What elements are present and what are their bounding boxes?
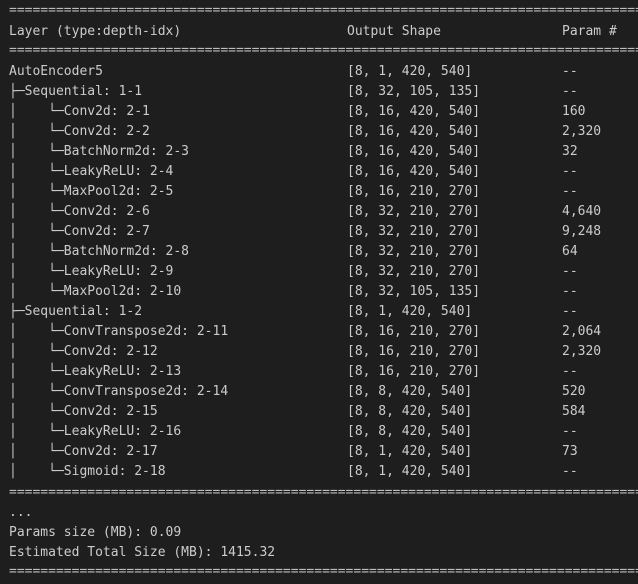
param-count: -- [562, 424, 578, 439]
param-count: -- [562, 164, 578, 179]
table-row: │ └─BatchNorm2d: 2-8 [8, 32, 210, 270] 64 [0, 242, 638, 262]
output-shape: [8, 1, 420, 540] [347, 464, 473, 479]
param-count: -- [562, 84, 578, 99]
layer-name: ├─Sequential: 1-1 [9, 84, 143, 99]
layer-name: │ └─LeakyReLU: 2-13 [9, 364, 182, 379]
separator-bottom: ========================================… [9, 487, 638, 499]
output-shape: [8, 16, 210, 270] [347, 344, 481, 359]
table-row: │ └─ConvTranspose2d: 2-11 [8, 16, 210, 27… [0, 322, 638, 342]
output-shape: [8, 16, 420, 540] [347, 144, 481, 159]
layer-name: │ └─LeakyReLU: 2-9 [9, 264, 174, 279]
table-row: │ └─LeakyReLU: 2-4 [8, 16, 420, 540] -- [0, 162, 638, 182]
param-count: -- [562, 464, 578, 479]
layer-name: │ └─LeakyReLU: 2-4 [9, 164, 174, 179]
table-row: │ └─ConvTranspose2d: 2-14 [8, 8, 420, 540… [0, 382, 638, 402]
header-param: Param # [562, 24, 617, 39]
param-count: -- [562, 284, 578, 299]
params-size: Params size (MB): 0.09 [9, 525, 182, 540]
param-count: 520 [562, 384, 586, 399]
table-row: │ └─Conv2d: 2-6 [8, 32, 210, 270] 4,640 [0, 202, 638, 222]
output-shape: [8, 16, 210, 270] [347, 324, 481, 339]
param-count: 4,640 [562, 204, 602, 219]
param-count: -- [562, 184, 578, 199]
table-row: │ └─LeakyReLU: 2-13 [8, 16, 210, 270] -- [0, 362, 638, 382]
param-count: 584 [562, 404, 586, 419]
terminal-output: ========================================… [0, 0, 638, 584]
layer-name: │ └─BatchNorm2d: 2-3 [9, 144, 190, 159]
table-row: │ └─Conv2d: 2-17 [8, 1, 420, 540] 73 [0, 442, 638, 462]
param-count: 73 [562, 444, 578, 459]
param-count: -- [562, 264, 578, 279]
output-shape: [8, 32, 210, 270] [347, 264, 481, 279]
layer-name: │ └─MaxPool2d: 2-10 [9, 284, 182, 299]
output-shape: [8, 16, 210, 270] [347, 184, 481, 199]
separator-end: ========================================… [9, 566, 638, 578]
param-count: -- [562, 304, 578, 319]
estimated-total-size: Estimated Total Size (MB): 1415.32 [9, 545, 276, 560]
layer-name: AutoEncoder5 [9, 64, 103, 79]
layer-name: │ └─ConvTranspose2d: 2-14 [9, 384, 229, 399]
output-shape: [8, 16, 420, 540] [347, 164, 481, 179]
table-row: │ └─Conv2d: 2-12 [8, 16, 210, 270] 2,320 [0, 342, 638, 362]
output-shape: [8, 32, 210, 270] [347, 204, 481, 219]
param-count: 2,064 [562, 324, 602, 339]
table-row: │ └─Conv2d: 2-1 [8, 16, 420, 540] 160 [0, 102, 638, 122]
table-row: │ └─Conv2d: 2-15 [8, 8, 420, 540] 584 [0, 402, 638, 422]
layer-name: │ └─Conv2d: 2-15 [9, 404, 158, 419]
layer-name: │ └─LeakyReLU: 2-16 [9, 424, 182, 439]
param-count: 64 [562, 244, 578, 259]
param-count: 160 [562, 104, 586, 119]
output-shape: [8, 8, 420, 540] [347, 404, 473, 419]
layer-name: │ └─Conv2d: 2-6 [9, 204, 150, 219]
table-row: │ └─Conv2d: 2-7 [8, 32, 210, 270] 9,248 [0, 222, 638, 242]
output-shape: [8, 8, 420, 540] [347, 384, 473, 399]
header-output-shape: Output Shape [347, 24, 441, 39]
layer-name: │ └─BatchNorm2d: 2-8 [9, 244, 190, 259]
table-row: │ └─BatchNorm2d: 2-3 [8, 16, 420, 540] 32 [0, 142, 638, 162]
output-shape: [8, 32, 105, 135] [347, 84, 481, 99]
param-count: 9,248 [562, 224, 602, 239]
layer-name: │ └─Conv2d: 2-2 [9, 124, 150, 139]
output-shape: [8, 32, 210, 270] [347, 224, 481, 239]
layer-name: │ └─MaxPool2d: 2-5 [9, 184, 174, 199]
output-shape: [8, 1, 420, 540] [347, 444, 473, 459]
output-shape: [8, 16, 210, 270] [347, 364, 481, 379]
table-row: │ └─LeakyReLU: 2-9 [8, 32, 210, 270] -- [0, 262, 638, 282]
layer-name: │ └─Conv2d: 2-17 [9, 444, 158, 459]
layer-name: │ └─ConvTranspose2d: 2-11 [9, 324, 229, 339]
output-shape: [8, 1, 420, 540] [347, 64, 473, 79]
output-shape: [8, 8, 420, 540] [347, 424, 473, 439]
output-shape: [8, 32, 210, 270] [347, 244, 481, 259]
separator-top: ========================================… [9, 5, 638, 17]
table-row: ├─Sequential: 1-1 [8, 32, 105, 135] -- [0, 82, 638, 102]
table-row: │ └─MaxPool2d: 2-5 [8, 16, 210, 270] -- [0, 182, 638, 202]
output-shape: [8, 16, 420, 540] [347, 124, 481, 139]
layer-name: ├─Sequential: 1-2 [9, 304, 143, 319]
layer-name: │ └─Conv2d: 2-7 [9, 224, 150, 239]
table-row: ├─Sequential: 1-2 [8, 1, 420, 540] -- [0, 302, 638, 322]
table-header: Layer (type:depth-idx) Output Shape Para… [0, 22, 638, 42]
param-count: -- [562, 64, 578, 79]
param-count: 32 [562, 144, 578, 159]
table-row: │ └─Conv2d: 2-2 [8, 16, 420, 540] 2,320 [0, 122, 638, 142]
output-shape: [8, 16, 420, 540] [347, 104, 481, 119]
output-shape: [8, 32, 105, 135] [347, 284, 481, 299]
output-shape: [8, 1, 420, 540] [347, 304, 473, 319]
header-layer: Layer (type:depth-idx) [9, 24, 182, 39]
separator-header: ========================================… [9, 45, 638, 57]
param-count: 2,320 [562, 124, 602, 139]
footer-ellipsis: ... [9, 505, 33, 520]
layer-name: │ └─Sigmoid: 2-18 [9, 464, 166, 479]
table-row: AutoEncoder5 [8, 1, 420, 540] -- [0, 62, 638, 82]
table-row: │ └─Sigmoid: 2-18 [8, 1, 420, 540] -- [0, 462, 638, 482]
layer-name: │ └─Conv2d: 2-1 [9, 104, 150, 119]
table-row: │ └─LeakyReLU: 2-16 [8, 8, 420, 540] -- [0, 422, 638, 442]
layer-name: │ └─Conv2d: 2-12 [9, 344, 158, 359]
param-count: 2,320 [562, 344, 602, 359]
table-row: │ └─MaxPool2d: 2-10 [8, 32, 105, 135] -- [0, 282, 638, 302]
param-count: -- [562, 364, 578, 379]
